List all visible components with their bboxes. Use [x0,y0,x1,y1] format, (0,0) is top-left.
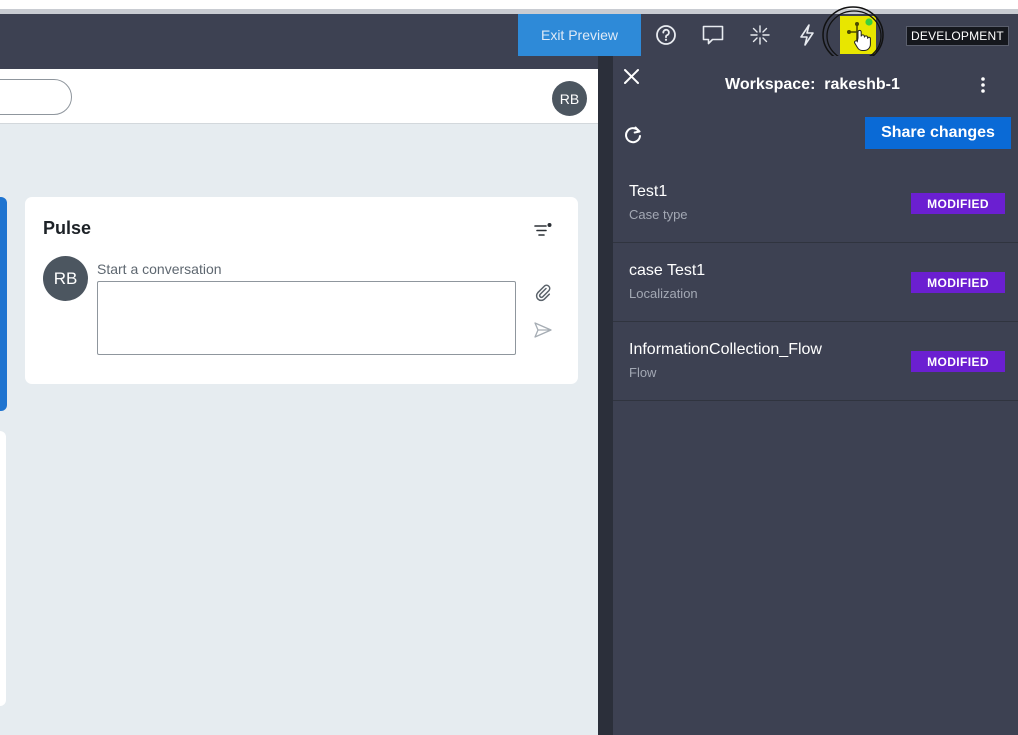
conversation-input[interactable] [97,281,516,355]
refresh-icon[interactable] [622,124,644,146]
pulse-card: Pulse RB Start a conversation [25,197,578,384]
pulse-title: Pulse [43,218,92,238]
app-header: RB [0,69,598,124]
filter-icon[interactable] [533,221,553,241]
user-avatar[interactable]: RB [552,81,587,116]
share-changes-button[interactable]: Share changes [865,117,1011,149]
change-type: Case type [629,207,688,222]
change-name: Test1 [629,183,668,200]
pulse-avatar: RB [43,256,88,301]
change-name: InformationCollection_Flow [629,341,822,358]
left-card [0,431,6,706]
change-item[interactable]: Test1 Case type MODIFIED [613,164,1018,243]
top-toolbar: Exit Preview DEVELOPMENT [0,6,1018,64]
help-icon[interactable] [651,20,681,50]
modified-badge: MODIFIED [911,351,1005,372]
change-name: case Test1 [629,262,706,279]
more-options-icon[interactable] [975,74,991,96]
app-preview: RB Pulse RB Start a conversation [0,69,598,735]
sparkle-icon[interactable] [745,20,775,50]
lightning-icon[interactable] [792,20,822,50]
changes-list: Test1 Case type MODIFIED case Test1 Loca… [613,164,1018,401]
modified-badge: MODIFIED [911,193,1005,214]
change-item[interactable]: InformationCollection_Flow Flow MODIFIED [613,322,1018,401]
panel-divider[interactable] [598,56,613,735]
send-icon[interactable] [533,320,553,340]
exit-preview-button[interactable]: Exit Preview [518,14,641,56]
change-item[interactable]: case Test1 Localization MODIFIED [613,243,1018,322]
app-preview-frame: RB Pulse RB Start a conversation [0,56,598,735]
workspace-title: Workspace: rakeshb-1 [725,76,900,93]
left-card-edge [0,197,7,411]
comment-icon[interactable] [698,20,728,50]
modified-badge: MODIFIED [911,272,1005,293]
close-icon[interactable] [621,66,643,88]
conversation-label: Start a conversation [97,261,222,277]
change-type: Flow [629,365,657,380]
attachment-icon[interactable] [533,283,553,303]
search-input[interactable] [0,79,72,115]
environment-badge: DEVELOPMENT [906,26,1009,46]
change-type: Localization [629,286,698,301]
workspace-panel: Workspace: rakeshb-1 Share changes Test1… [613,56,1018,735]
